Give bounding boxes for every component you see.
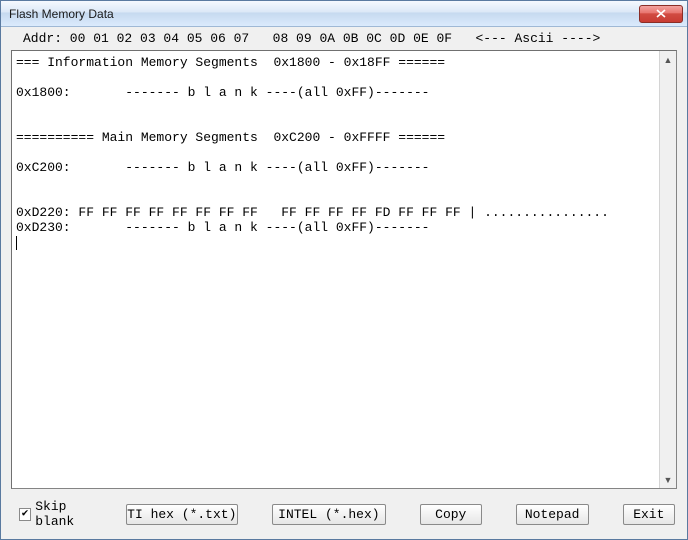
window-title: Flash Memory Data	[9, 7, 639, 21]
memory-dump-frame: === Information Memory Segments 0x1800 -…	[11, 50, 677, 489]
memory-dump-text: === Information Memory Segments 0x1800 -…	[12, 51, 659, 488]
vertical-scrollbar[interactable]: ▲ ▼	[659, 51, 676, 488]
dump-line: 0xD230: ------- b l a n k ----(all 0xFF)…	[16, 220, 429, 235]
skip-blank-label: Skip blank	[35, 499, 107, 529]
dump-line: 0xC200: ------- b l a n k ----(all 0xFF)…	[16, 160, 429, 175]
button-row: ✔ Skip blank TI hex (*.txt) INTEL (*.hex…	[1, 495, 687, 539]
notepad-button[interactable]: Notepad	[516, 504, 589, 525]
dump-line: 0x1800: ------- b l a n k ----(all 0xFF)…	[16, 85, 429, 100]
dump-line: 0xD220: FF FF FF FF FF FF FF FF FF FF FF…	[16, 205, 609, 220]
address-header: Addr: 00 01 02 03 04 05 06 07 08 09 0A 0…	[1, 27, 687, 48]
skip-blank-checkbox-wrap[interactable]: ✔ Skip blank	[19, 499, 108, 529]
close-button[interactable]	[639, 5, 683, 23]
intel-hex-button[interactable]: INTEL (*.hex)	[272, 504, 386, 525]
ti-hex-button[interactable]: TI hex (*.txt)	[126, 504, 238, 525]
text-caret	[16, 236, 17, 250]
scroll-up-arrow-icon[interactable]: ▲	[660, 51, 676, 68]
scroll-down-arrow-icon[interactable]: ▼	[660, 471, 676, 488]
exit-button[interactable]: Exit	[623, 504, 675, 525]
flash-memory-window: Flash Memory Data Addr: 00 01 02 03 04 0…	[0, 0, 688, 540]
dump-line: ========== Main Memory Segments 0xC200 -…	[16, 130, 445, 145]
skip-blank-checkbox[interactable]: ✔	[19, 508, 31, 521]
dump-line: === Information Memory Segments 0x1800 -…	[16, 55, 445, 70]
titlebar: Flash Memory Data	[1, 1, 687, 27]
close-icon	[656, 9, 666, 18]
copy-button[interactable]: Copy	[420, 504, 482, 525]
